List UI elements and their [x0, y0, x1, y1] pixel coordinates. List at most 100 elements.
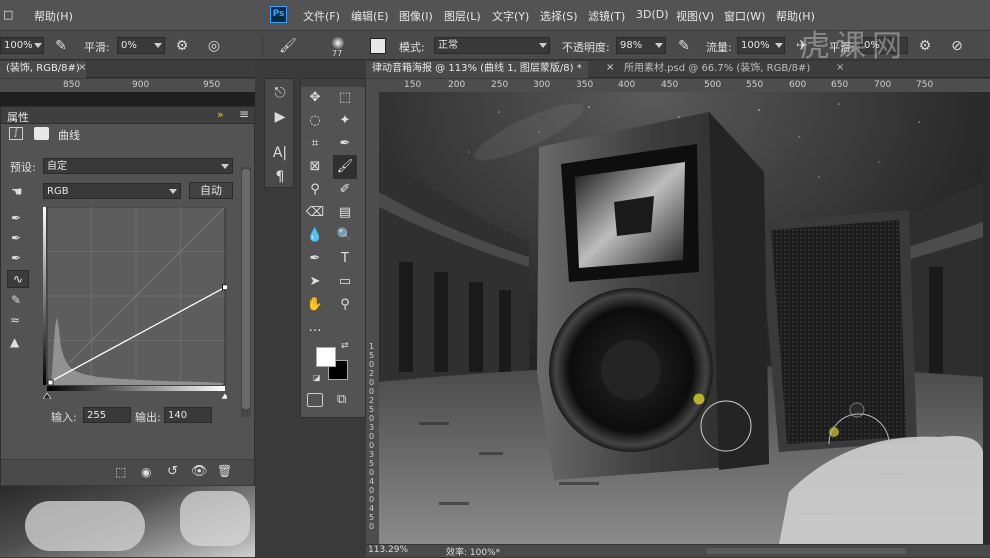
menu-item-type[interactable]: 文字(Y) [492, 8, 529, 24]
trash-icon[interactable]: 🗑 [217, 464, 232, 478]
menu-item-file[interactable]: 文件(F) [303, 8, 340, 24]
curve-point-icon[interactable]: ∿ [7, 270, 29, 288]
chevron-down-icon[interactable] [34, 43, 42, 48]
tab-left-document[interactable]: (装饰, RGB/8#) [0, 61, 86, 78]
scroll-thumb[interactable] [242, 169, 250, 409]
hand-icon[interactable]: ✋ [305, 295, 325, 315]
curve-graph[interactable] [43, 207, 227, 399]
output-field[interactable]: 140 [164, 407, 212, 423]
paragraph-icon[interactable]: ¶ [271, 169, 289, 185]
screen-mode-icon[interactable]: ⧉ [337, 392, 346, 407]
default-colors-icon[interactable]: ◪ [313, 373, 321, 382]
brush-icon[interactable]: 🖌 [333, 155, 357, 179]
tab-source-document[interactable]: 所用素材.psd @ 66.7% (装饰, RGB/8#) [618, 61, 816, 78]
eyedropper-white-icon[interactable]: ✒ [11, 251, 21, 265]
menu-item-edit[interactable]: 编辑(E) [351, 8, 389, 24]
reset-icon[interactable]: ↺ [167, 464, 178, 479]
history-brush-icon[interactable]: ✐ [335, 180, 355, 200]
menu-item-help[interactable]: 帮助(H) [34, 8, 73, 24]
status-zoom[interactable]: 113.29% [368, 545, 408, 555]
chevron-down-icon[interactable] [154, 43, 162, 48]
input-field[interactable]: 255 [83, 407, 131, 423]
frame-icon[interactable]: ⊠ [305, 157, 325, 177]
chevron-down-icon[interactable] [775, 43, 783, 48]
smooth-curve-icon[interactable]: ≈ [10, 313, 20, 327]
mask-icon[interactable] [34, 127, 49, 140]
document-canvas[interactable] [379, 92, 983, 544]
more-icon[interactable]: … [305, 318, 325, 338]
lasso-icon[interactable]: ◌ [305, 111, 325, 131]
menu-item-view[interactable]: 视图(V) [676, 8, 714, 24]
menu-item-3d[interactable]: 3D(D) [636, 8, 669, 21]
pen-icon[interactable]: ✒ [305, 249, 325, 269]
play-icon[interactable]: ▶ [271, 109, 289, 125]
chevron-down-icon[interactable] [169, 189, 177, 194]
menu-item-select[interactable]: 选择(S) [540, 8, 578, 24]
zoom-icon[interactable]: ⚲ [335, 295, 355, 315]
chevron-down-icon[interactable] [221, 164, 229, 169]
brush-settings-icon[interactable] [370, 38, 386, 54]
watermark: 虎课网 [800, 29, 908, 64]
curve-point-start[interactable] [47, 379, 54, 386]
gear-icon[interactable]: ⚙ [173, 38, 191, 54]
chevron-down-icon[interactable] [539, 43, 547, 48]
chevron-down-icon[interactable] [655, 43, 663, 48]
menu-item-layer[interactable]: 图层(L) [444, 8, 481, 24]
panel-scrollbar[interactable] [241, 167, 251, 417]
visibility-icon[interactable]: 👁 [191, 464, 208, 479]
history-icon[interactable]: ⎋ [271, 85, 289, 101]
eyedropper-gray-icon[interactable]: ✒ [11, 231, 21, 245]
status-efficiency[interactable]: 效率: 100%* [446, 545, 500, 558]
magic-wand-icon[interactable]: ✦ [335, 111, 355, 131]
channel-select[interactable]: RGB [43, 183, 181, 199]
eyedropper-icon[interactable]: ✒ [335, 134, 355, 154]
mode-select[interactable]: 正常 [434, 37, 550, 54]
symmetry-icon[interactable]: ⊘ [948, 38, 966, 54]
stamp-icon[interactable]: ⚲ [305, 180, 325, 200]
type-icon[interactable]: T [335, 249, 355, 269]
black-point-slider[interactable] [43, 392, 52, 399]
eraser-icon[interactable]: ⌫ [305, 203, 325, 223]
close-icon[interactable]: × [606, 62, 614, 73]
target-adjust-icon[interactable]: ☚ [11, 185, 23, 200]
rectangle-icon[interactable]: ▭ [335, 272, 355, 292]
menu-item-help-left[interactable]: □ [3, 8, 13, 21]
preset-select[interactable]: 自定 [43, 158, 233, 174]
close-icon[interactable]: × [836, 62, 844, 73]
menu-item-image[interactable]: 图像(I) [399, 8, 433, 24]
menu-item-window[interactable]: 窗口(W) [724, 8, 765, 24]
auto-button[interactable]: 自动 [189, 182, 233, 199]
canvas-scrollbar[interactable] [983, 92, 990, 544]
move-icon[interactable]: ✥ [305, 88, 325, 108]
tab-active-document[interactable]: 律动音箱海报 @ 113% (曲线 1, 图层蒙版/8) * [366, 61, 588, 78]
gradient-icon[interactable]: ▤ [335, 203, 355, 223]
blur-icon[interactable]: 💧 [305, 226, 325, 246]
crop-icon[interactable]: ⌗ [305, 134, 325, 154]
menu-item-filter[interactable]: 滤镜(T) [588, 8, 625, 24]
quick-mask-icon[interactable] [307, 393, 323, 407]
toolbar-grip[interactable] [301, 79, 365, 87]
white-point-slider[interactable] [220, 392, 227, 399]
pressure-opacity-icon[interactable]: ✎ [675, 38, 693, 54]
horizontal-scroll-thumb[interactable] [706, 548, 906, 554]
collapse-icon[interactable]: » [217, 108, 224, 121]
marquee-icon[interactable]: ⬚ [335, 88, 355, 108]
path-select-icon[interactable]: ➤ [305, 272, 325, 292]
foreground-color-swatch[interactable] [316, 347, 336, 367]
character-icon[interactable]: A| [271, 145, 289, 161]
pencil-icon[interactable]: ✎ [11, 293, 21, 307]
airbrush-icon[interactable]: ◎ [205, 38, 223, 54]
curve-point-end[interactable] [222, 284, 228, 291]
eyedropper-black-icon[interactable]: ✒ [11, 211, 21, 225]
brush-icon[interactable]: 🖌 [279, 38, 297, 54]
close-icon[interactable]: × [78, 62, 86, 73]
swap-colors-icon[interactable]: ⇄ [341, 341, 349, 351]
clip-to-layer-icon[interactable]: ⬚ [115, 465, 126, 479]
view-previous-icon[interactable]: ◉ [141, 465, 151, 479]
pressure-icon[interactable]: ✎ [52, 38, 70, 54]
clipping-icon[interactable]: ▲ [10, 335, 19, 349]
brush-preview-icon[interactable] [332, 37, 344, 49]
dodge-icon[interactable]: 🔍 [335, 226, 355, 246]
gear-icon[interactable]: ⚙ [916, 38, 934, 54]
menu-icon[interactable]: ≡ [239, 107, 249, 121]
